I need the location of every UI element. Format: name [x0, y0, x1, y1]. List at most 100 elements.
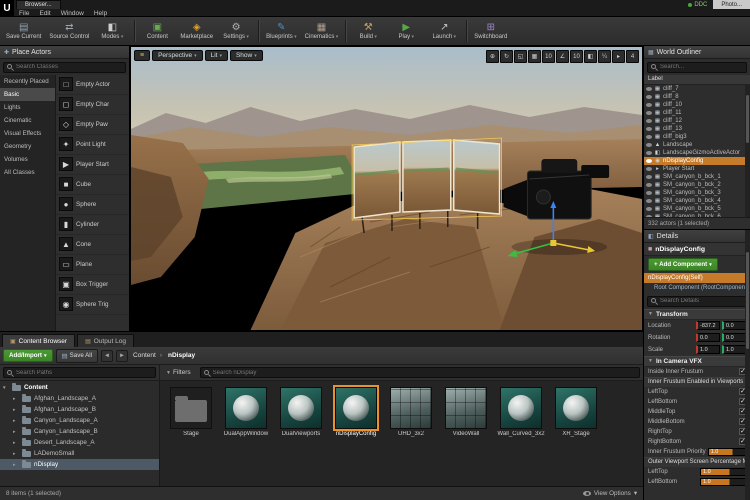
search-assets-input[interactable]: [199, 367, 640, 379]
placeable-sphere-trigger[interactable]: ◉ Sphere Trig: [56, 295, 129, 315]
visibility-eye-icon[interactable]: [646, 206, 652, 211]
outliner-row[interactable]: ▦ cliff_big3: [644, 133, 750, 141]
content-button[interactable]: ▣ Content: [138, 18, 176, 44]
blueprints-button[interactable]: ✎ Blueprints: [262, 18, 301, 44]
outliner-search-input[interactable]: [647, 61, 747, 73]
modes-button[interactable]: ◧ Modes: [93, 18, 131, 44]
outliner-row[interactable]: ▦ SM_canyon_b_bck_2: [644, 181, 750, 189]
outliner-row[interactable]: ▦ cliff_7: [644, 85, 750, 93]
visibility-eye-icon[interactable]: [646, 110, 652, 115]
level-viewport[interactable]: ≡ Perspective ▾ Lit ▾ Show ▾ ⊕ ↻ ◱ ▦ 10 ∠ 1…: [130, 46, 643, 331]
pct-value-field[interactable]: 1.0: [700, 467, 746, 476]
location-x-field[interactable]: -837.2: [696, 321, 720, 330]
expander-icon[interactable]: ▸: [13, 429, 19, 435]
outliner-row[interactable]: ▦ SM_canyon_b_bck_3: [644, 189, 750, 197]
scale-tool-icon[interactable]: ◱: [514, 50, 527, 63]
visibility-eye-icon[interactable]: [646, 102, 652, 107]
outliner-row[interactable]: ▸ Player Start: [644, 165, 750, 173]
marketplace-button[interactable]: ◈ Marketplace: [176, 18, 217, 44]
build-button[interactable]: ⚒ Build: [349, 18, 387, 44]
rotation-x-field[interactable]: 0.0: [696, 333, 720, 342]
external-window-tab[interactable]: Photo...: [713, 0, 750, 9]
outliner-row[interactable]: ▦ SM_canyon_b_bck_5: [644, 205, 750, 213]
asset-dualappwindow[interactable]: DualAppWindow: [221, 387, 271, 438]
tab-content-browser[interactable]: ▣ Content Browser: [2, 334, 76, 347]
category-visual-effects[interactable]: Visual Effects: [0, 127, 55, 140]
scale-snap-value[interactable]: ¼: [598, 50, 611, 63]
expander-icon[interactable]: ▸: [13, 462, 19, 468]
save-current-button[interactable]: ▤ Save Current: [2, 18, 45, 44]
visibility-eye-icon[interactable]: [646, 190, 652, 195]
expander-icon[interactable]: ▸: [13, 451, 19, 457]
outliner-row[interactable]: ◧ LandscapeGizmoActiveActor: [644, 149, 750, 157]
place-actors-search-input[interactable]: [3, 61, 126, 73]
expander-icon[interactable]: ▸: [13, 418, 19, 424]
scale-snap-icon[interactable]: ◧: [584, 50, 597, 63]
folder-afghan-landscape-b[interactable]: ▸ Afghan_Landscape_B: [0, 404, 159, 415]
details-scrollbar[interactable]: [745, 230, 750, 500]
placeable-cube[interactable]: ■ Cube: [56, 175, 129, 195]
visibility-eye-icon[interactable]: [646, 158, 652, 163]
placeable-cone[interactable]: ▲ Cone: [56, 235, 129, 255]
folder-lademosmall[interactable]: ▸ LADemoSmall: [0, 448, 159, 459]
grid-snap-value[interactable]: 10: [542, 50, 555, 63]
asset-ndisplayconfig[interactable]: nDisplayConfig: [331, 387, 381, 438]
back-button[interactable]: ◄: [101, 349, 114, 362]
visibility-eye-icon[interactable]: [646, 118, 652, 123]
expander-icon[interactable]: ▸: [13, 440, 19, 446]
category-recently-placed[interactable]: Recently Placed: [0, 75, 55, 88]
source-control-button[interactable]: ⇄ Source Control: [45, 18, 93, 44]
chevron-down-icon[interactable]: ▼: [648, 358, 653, 364]
placeable-empty-character[interactable]: ◻ Empty Char: [56, 95, 129, 115]
forward-button[interactable]: ►: [116, 349, 129, 362]
visibility-eye-icon[interactable]: [646, 150, 652, 155]
play-button[interactable]: ▶ Play: [387, 18, 425, 44]
outliner-row[interactable]: ▦ cliff_8: [644, 93, 750, 101]
category-lights[interactable]: Lights: [0, 101, 55, 114]
menu-help[interactable]: Help: [89, 9, 112, 17]
scale-x-field[interactable]: 1.0: [696, 345, 720, 354]
breadcrumb-content[interactable]: Content: [133, 352, 156, 359]
visibility-eye-icon[interactable]: [646, 174, 652, 179]
translate-tool-icon[interactable]: ⊕: [486, 50, 499, 63]
asset-xr-stage[interactable]: XR_Stage: [551, 387, 601, 438]
launch-button[interactable]: ↗ Launch: [425, 18, 463, 44]
viewport-options-button[interactable]: ≡: [134, 50, 151, 61]
menu-window[interactable]: Window: [56, 9, 89, 17]
tab-output-log[interactable]: ▤ Output Log: [77, 334, 134, 347]
save-all-button[interactable]: ▤ Save All: [55, 348, 99, 363]
add-component-button[interactable]: + Add Component ▾: [648, 258, 718, 271]
outliner-row[interactable]: ▦ cliff_11: [644, 109, 750, 117]
transform-section-header[interactable]: Transform: [656, 311, 688, 318]
rotation-y-field[interactable]: 0.0: [722, 333, 746, 342]
expander-icon[interactable]: ▸: [13, 396, 19, 402]
category-volumes[interactable]: Volumes: [0, 153, 55, 166]
visibility-eye-icon[interactable]: [646, 94, 652, 99]
expander-icon[interactable]: ▸: [13, 407, 19, 413]
details-search-input[interactable]: [647, 295, 747, 307]
category-basic[interactable]: Basic: [0, 87, 55, 101]
visibility-eye-icon[interactable]: [646, 134, 652, 139]
pct-value-field[interactable]: 1.0: [700, 477, 746, 486]
outliner-row[interactable]: ▦ cliff_10: [644, 101, 750, 109]
outliner-row[interactable]: ▦ cliff_13: [644, 125, 750, 133]
rotate-tool-icon[interactable]: ↻: [500, 50, 513, 63]
visibility-eye-icon[interactable]: [646, 214, 652, 217]
folder-desert-landscape-a[interactable]: ▸ Desert_Landscape_A: [0, 437, 159, 448]
placeable-empty-pawn[interactable]: ◇ Empty Paw: [56, 115, 129, 135]
menu-edit[interactable]: Edit: [34, 9, 55, 17]
rotation-snap-icon[interactable]: ∠: [556, 50, 569, 63]
filters-button[interactable]: ▼ Filters: [160, 365, 197, 380]
outliner-row[interactable]: ▦ cliff_12: [644, 117, 750, 125]
camera-speed-icon[interactable]: ▸: [612, 50, 625, 63]
breadcrumb-ndisplay[interactable]: nDisplay: [156, 352, 195, 359]
location-y-field[interactable]: 0.0: [722, 321, 746, 330]
folder-ndisplay[interactable]: ▸ nDisplay: [0, 459, 159, 470]
rotation-snap-value[interactable]: 10: [570, 50, 583, 63]
vfx-section-header[interactable]: In Camera VFX: [656, 358, 702, 365]
search-paths-input[interactable]: [3, 367, 156, 379]
folder-content[interactable]: ▾ Content: [0, 382, 159, 393]
visibility-eye-icon[interactable]: [646, 86, 652, 91]
asset-videowall[interactable]: VideoWall: [441, 387, 491, 438]
outliner-row[interactable]: ▦ SM_canyon_b_bck_4: [644, 197, 750, 205]
